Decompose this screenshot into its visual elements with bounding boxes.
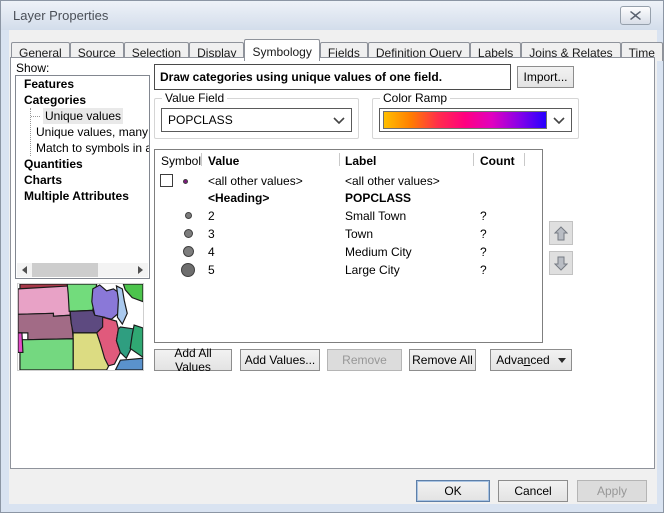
value-field-value: POPCLASS — [162, 113, 327, 127]
column-header-count[interactable]: Count — [480, 154, 515, 168]
advanced-label: Adva — [496, 353, 523, 367]
tree-item-match-symbols[interactable]: Match to symbols in a — [31, 140, 149, 156]
row-value[interactable]: 4 — [208, 244, 215, 260]
description-text: Draw categories using unique values of o… — [160, 70, 442, 84]
description-box: Draw categories using unique values of o… — [154, 64, 511, 90]
row-label[interactable]: <all other values> — [345, 173, 440, 189]
row-count: ? — [480, 262, 487, 278]
row-value[interactable]: <Heading> — [208, 190, 269, 206]
advanced-label: ced — [530, 353, 549, 367]
row-value[interactable]: 3 — [208, 226, 215, 242]
map-state — [18, 333, 23, 353]
color-ramp-group: Color Ramp — [372, 98, 579, 139]
title-bar[interactable]: Layer Properties — [1, 1, 663, 30]
tree-item-label: Unique values — [43, 108, 123, 124]
value-field-dropdown[interactable]: POPCLASS — [161, 108, 352, 132]
close-icon — [630, 11, 641, 20]
symbol-dot[interactable] — [183, 246, 194, 257]
categories-children: Unique values Unique values, many Match … — [30, 108, 149, 156]
close-button[interactable] — [620, 6, 651, 25]
tree-item-unique-values[interactable]: Unique values — [31, 108, 149, 124]
color-ramp-swatch — [383, 111, 547, 129]
tree-item-features[interactable]: Features — [16, 76, 149, 92]
window-title: Layer Properties — [1, 8, 108, 23]
all-other-values-checkbox[interactable] — [160, 174, 173, 187]
move-down-button[interactable] — [549, 251, 573, 275]
apply-button: Apply — [577, 480, 647, 502]
map-state — [18, 313, 73, 339]
tree-item-label: Match to symbols in a — [34, 140, 150, 156]
layer-properties-dialog: Layer Properties General Source Selectio… — [0, 0, 664, 513]
map-state — [115, 358, 143, 370]
column-header-symbol[interactable]: Symbol — [161, 154, 201, 168]
tree-item-charts[interactable]: Charts — [16, 172, 149, 188]
color-ramp-dropdown[interactable] — [379, 108, 572, 132]
ok-button[interactable]: OK — [416, 480, 490, 502]
add-values-button[interactable]: Add Values... — [240, 349, 320, 371]
map-state — [92, 285, 121, 319]
symbol-dot[interactable] — [185, 212, 192, 219]
tree-item-quantities[interactable]: Quantities — [16, 156, 149, 172]
dropdown-caret-icon — [558, 358, 566, 367]
row-count: ? — [480, 244, 487, 260]
map-state — [123, 284, 143, 302]
row-value[interactable]: 5 — [208, 262, 215, 278]
chevron-down-icon — [547, 117, 571, 124]
map-state — [18, 286, 70, 316]
tree-connector — [31, 116, 40, 117]
add-all-values-button[interactable]: Add All Values — [154, 349, 232, 371]
import-button[interactable]: Import... — [517, 66, 574, 88]
map-state — [116, 286, 127, 324]
tree-horizontal-scrollbar[interactable] — [17, 263, 148, 277]
column-header-value[interactable]: Value — [208, 154, 239, 168]
row-value[interactable]: 2 — [208, 208, 215, 224]
row-label[interactable]: Town — [345, 226, 373, 242]
symbol-dot[interactable] — [184, 229, 193, 238]
row-count: ? — [480, 208, 487, 224]
remove-all-button[interactable]: Remove All — [409, 349, 476, 371]
row-label[interactable]: Small Town — [345, 208, 406, 224]
tree-item-multiple-attributes[interactable]: Multiple Attributes — [16, 188, 149, 204]
row-value[interactable]: <all other values> — [208, 173, 303, 189]
scrollbar-thumb[interactable] — [32, 263, 98, 277]
tree-item-categories[interactable]: Categories — [16, 92, 149, 108]
dialog-body: General Source Selection Display Symbolo… — [9, 30, 657, 504]
advanced-button[interactable]: Advanced — [490, 349, 572, 371]
value-field-group-label: Value Field — [162, 91, 227, 105]
symbology-page: Show: Features Categories Unique values … — [10, 57, 655, 469]
color-ramp-group-label: Color Ramp — [380, 91, 450, 105]
values-list-panel: Symbol Value Label Count <all other valu… — [154, 149, 543, 343]
tab-symbology[interactable]: Symbology — [244, 39, 319, 61]
chevron-down-icon — [327, 117, 351, 124]
column-header-label[interactable]: Label — [345, 154, 376, 168]
map-state — [20, 339, 73, 370]
tree-item-label: Unique values, many — [34, 124, 150, 140]
scroll-left-arrow[interactable] — [17, 263, 32, 277]
scroll-right-arrow[interactable] — [133, 263, 148, 277]
row-label[interactable]: Medium City — [345, 244, 412, 260]
map-preview — [17, 283, 144, 371]
row-label[interactable]: Large City — [345, 262, 400, 278]
value-field-group: Value Field POPCLASS — [154, 98, 359, 139]
row-label[interactable]: POPCLASS — [345, 190, 411, 206]
cancel-button[interactable]: Cancel — [498, 480, 568, 502]
tree-item-unique-values-many[interactable]: Unique values, many — [31, 124, 149, 140]
advanced-accesskey: n — [524, 353, 531, 367]
symbol-dot[interactable] — [183, 179, 188, 184]
row-count: ? — [480, 226, 487, 242]
move-up-button[interactable] — [549, 221, 573, 245]
arrow-down-icon — [554, 256, 568, 271]
show-tree: Features Categories Unique values Unique… — [15, 75, 150, 279]
remove-button: Remove — [327, 349, 402, 371]
arrow-up-icon — [554, 226, 568, 241]
show-label: Show: — [16, 61, 49, 75]
symbol-dot[interactable] — [181, 263, 195, 277]
